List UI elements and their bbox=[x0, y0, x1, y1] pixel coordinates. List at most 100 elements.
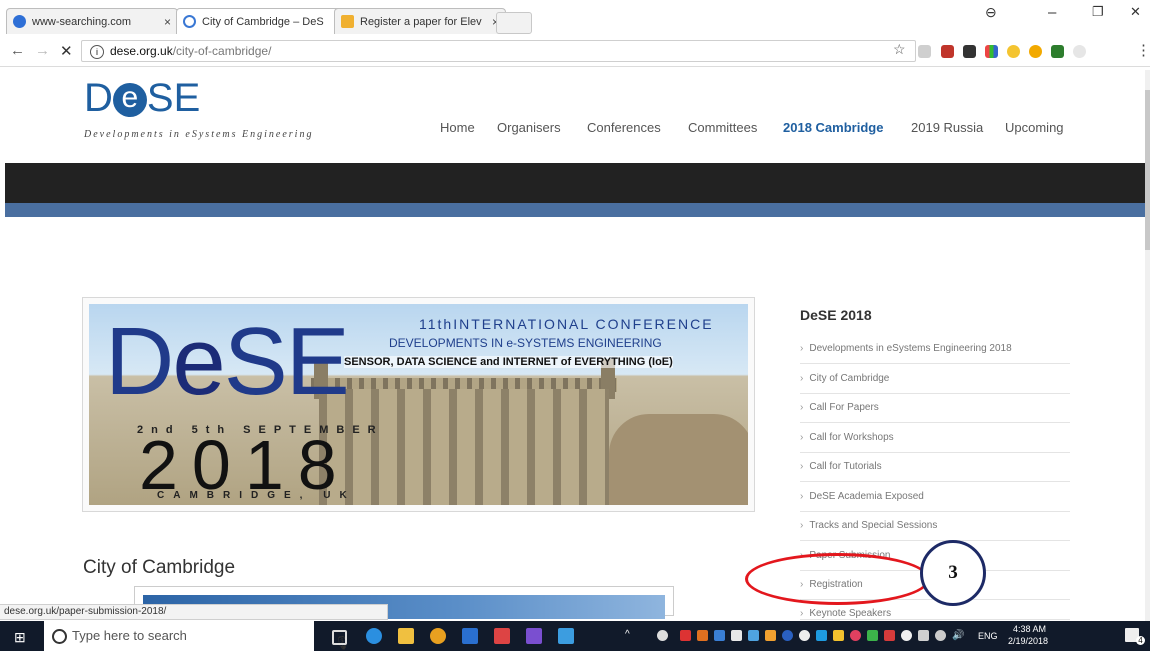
site-favicon-icon bbox=[341, 15, 354, 28]
address-bar-row: ← → ✕ i dese.org.uk/city-of-cambridge/ ☆ … bbox=[0, 36, 1150, 67]
people-icon[interactable] bbox=[657, 630, 668, 641]
extension-icon[interactable] bbox=[1029, 45, 1042, 58]
url-path: /city-of-cambridge/ bbox=[172, 44, 272, 58]
annotation-step-number: 3 bbox=[920, 540, 986, 606]
chevron-up-icon[interactable]: ^ bbox=[625, 629, 630, 640]
windows-taskbar: ⊞ Type here to search 🎙 ^ 🔊 ENG 4:38 AM … bbox=[0, 621, 1150, 651]
sidebar-item-label: Developments in eSystems Engineering 201… bbox=[809, 343, 1012, 354]
chevron-right-icon: › bbox=[800, 432, 804, 443]
restore-button[interactable]: ❐ bbox=[1092, 4, 1104, 20]
minimize-button[interactable]: – bbox=[1048, 4, 1056, 21]
tray-icon[interactable] bbox=[714, 630, 725, 641]
tray-icon[interactable] bbox=[850, 630, 861, 641]
page-scrollbar[interactable] bbox=[1145, 70, 1150, 625]
trees bbox=[609, 414, 748, 505]
sidebar-item-call-for-tutorials[interactable]: › Call for Tutorials bbox=[800, 452, 1070, 482]
nav-2019-russia[interactable]: 2019 Russia bbox=[911, 120, 983, 135]
chrome-icon[interactable] bbox=[430, 628, 446, 644]
edge-icon[interactable] bbox=[366, 628, 382, 644]
sidebar-item-academia-exposed[interactable]: › DeSE Academia Exposed bbox=[800, 482, 1070, 512]
profile-icon[interactable]: ⊖ bbox=[985, 4, 997, 21]
clock-time[interactable]: 4:38 AM bbox=[1013, 624, 1046, 634]
banner-logo-d: D bbox=[105, 308, 174, 415]
logo-letter-d: D bbox=[84, 76, 113, 120]
extension-icon[interactable] bbox=[985, 45, 998, 58]
bookmark-star-icon[interactable]: ☆ bbox=[893, 41, 906, 58]
cortana-icon bbox=[52, 629, 67, 644]
tab-city-of-cambridge[interactable]: City of Cambridge – DeS × bbox=[176, 8, 348, 34]
tab-register-paper[interactable]: Register a paper for Elev × bbox=[334, 8, 506, 34]
sidebar-item-label: Call for Tutorials bbox=[809, 461, 882, 472]
banner-city: CAMBRIDGE, UK bbox=[157, 490, 356, 501]
sidebar-item-developments[interactable]: › Developments in eSystems Engineering 20… bbox=[800, 334, 1070, 364]
banner-conference: 11thINTERNATIONAL CONFERENCE bbox=[419, 316, 714, 332]
app-icon[interactable] bbox=[526, 628, 542, 644]
clock-date[interactable]: 2/19/2018 bbox=[1008, 636, 1048, 646]
site-tagline: Developments in eSystems Engineering bbox=[84, 129, 314, 140]
site-logo[interactable]: De SE bbox=[84, 78, 200, 118]
tray-icon[interactable] bbox=[799, 630, 810, 641]
chapel-facade bbox=[319, 389, 609, 505]
browser-tab-bar: www-searching.com × City of Cambridge – … bbox=[0, 0, 1150, 36]
forward-arrow-icon[interactable]: → bbox=[35, 42, 50, 59]
nav-organisers[interactable]: Organisers bbox=[497, 120, 561, 135]
battery-icon[interactable] bbox=[918, 630, 929, 641]
taskbar-search-box[interactable]: Type here to search 🎙 bbox=[44, 621, 351, 651]
annotation-red-ellipse bbox=[745, 553, 930, 605]
language-indicator[interactable]: ENG bbox=[978, 631, 998, 641]
file-explorer-icon[interactable] bbox=[558, 628, 574, 644]
banner-theme: SENSOR, DATA SCIENCE and INTERNET of EVE… bbox=[344, 356, 673, 368]
sidebar-item-call-for-workshops[interactable]: › Call for Workshops bbox=[800, 423, 1070, 453]
sidebar-item-label: DeSE Academia Exposed bbox=[809, 491, 924, 502]
close-tab-icon[interactable]: × bbox=[164, 15, 171, 29]
extension-icon[interactable] bbox=[963, 45, 976, 58]
app-icon[interactable] bbox=[462, 628, 478, 644]
chevron-right-icon: › bbox=[800, 491, 804, 502]
sidebar-item-city-of-cambridge[interactable]: › City of Cambridge bbox=[800, 364, 1070, 394]
info-icon[interactable]: i bbox=[90, 44, 104, 59]
tray-icon[interactable] bbox=[782, 630, 793, 641]
windows-start-icon[interactable]: ⊞ bbox=[14, 629, 26, 646]
tray-icon[interactable] bbox=[884, 630, 895, 641]
extension-icon[interactable] bbox=[941, 45, 954, 58]
task-view-icon[interactable] bbox=[332, 630, 347, 645]
tray-icon[interactable] bbox=[867, 630, 878, 641]
new-tab-button[interactable] bbox=[496, 12, 532, 34]
extension-icon[interactable] bbox=[1007, 45, 1020, 58]
back-arrow-icon[interactable]: ← bbox=[10, 42, 25, 59]
banner-logo-e: e bbox=[172, 308, 225, 415]
banner-image: DeSE 11thINTERNATIONAL CONFERENCE DEVELO… bbox=[89, 304, 748, 505]
chevron-right-icon: › bbox=[800, 461, 804, 472]
sidebar-item-tracks[interactable]: › Tracks and Special Sessions bbox=[800, 511, 1070, 541]
app-icon[interactable] bbox=[494, 628, 510, 644]
extension-icon[interactable] bbox=[1073, 45, 1086, 58]
sidebar-item-call-for-papers[interactable]: › Call For Papers bbox=[800, 393, 1070, 423]
browser-menu-icon[interactable]: ⋮ bbox=[1136, 41, 1150, 59]
tray-icon[interactable] bbox=[901, 630, 912, 641]
nav-home[interactable]: Home bbox=[440, 120, 475, 135]
tray-icon[interactable] bbox=[765, 630, 776, 641]
tray-icon[interactable] bbox=[680, 630, 691, 641]
chevron-right-icon: › bbox=[800, 402, 804, 413]
wifi-icon[interactable] bbox=[935, 630, 946, 641]
volume-icon[interactable]: 🔊 bbox=[952, 630, 964, 641]
chevron-right-icon: › bbox=[800, 608, 804, 619]
nav-conferences[interactable]: Conferences bbox=[587, 120, 661, 135]
close-window-button[interactable]: ✕ bbox=[1130, 4, 1141, 20]
extension-icon[interactable] bbox=[918, 45, 931, 58]
extension-icon[interactable] bbox=[1051, 45, 1064, 58]
nav-2018-cambridge[interactable]: 2018 Cambridge bbox=[783, 120, 883, 135]
conference-banner: DeSE 11thINTERNATIONAL CONFERENCE DEVELO… bbox=[82, 297, 755, 512]
tray-icon[interactable] bbox=[816, 630, 827, 641]
tray-icon[interactable] bbox=[697, 630, 708, 641]
tray-icon[interactable] bbox=[833, 630, 844, 641]
stop-loading-icon[interactable]: ✕ bbox=[60, 42, 73, 60]
tray-icon[interactable] bbox=[748, 630, 759, 641]
tray-icon[interactable] bbox=[731, 630, 742, 641]
nav-committees[interactable]: Committees bbox=[688, 120, 757, 135]
store-icon[interactable] bbox=[398, 628, 414, 644]
tab-searching[interactable]: www-searching.com × bbox=[6, 8, 178, 34]
address-input[interactable]: i dese.org.uk/city-of-cambridge/ bbox=[81, 40, 916, 62]
scrollbar-thumb[interactable] bbox=[1145, 90, 1150, 250]
nav-upcoming[interactable]: Upcoming bbox=[1005, 120, 1064, 135]
